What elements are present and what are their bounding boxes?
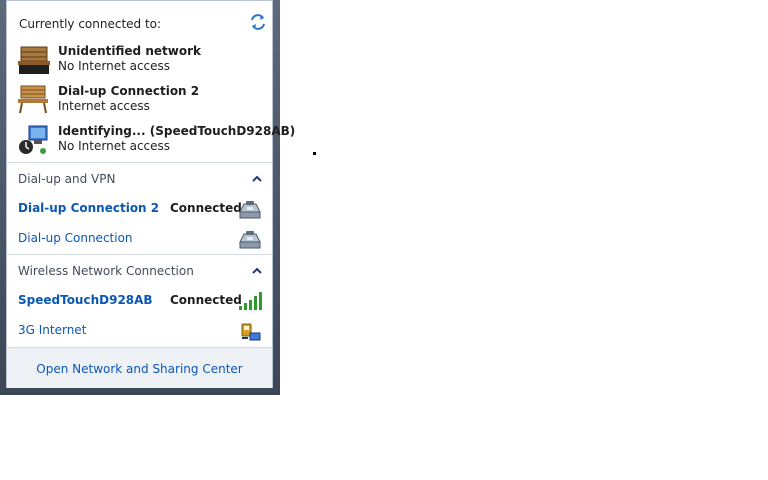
stray-dot bbox=[313, 152, 316, 155]
network-item-dialup-2[interactable]: Dial-up Connection 2 Connected bbox=[18, 198, 263, 222]
flyout-footer: Open Network and Sharing Center bbox=[7, 347, 272, 388]
network-item-speedtouch[interactable]: SpeedTouchD928AB Connected bbox=[18, 290, 263, 314]
connection-name: Dial-up Connection 2 bbox=[58, 84, 200, 98]
network-flyout: Currently connected to: Unidentified net… bbox=[0, 0, 295, 395]
chevron-up-icon[interactable] bbox=[252, 267, 262, 275]
wifi-signal-bars-icon bbox=[239, 292, 262, 310]
network-name: SpeedTouchD928AB bbox=[18, 293, 153, 307]
network-status: Connected bbox=[170, 201, 242, 215]
mobile-broadband-icon bbox=[241, 323, 261, 341]
network-name: 3G Internet bbox=[18, 323, 87, 337]
chevron-up-icon[interactable] bbox=[252, 175, 262, 183]
currently-connected-header: Currently connected to: bbox=[19, 17, 162, 31]
current-connection-unidentified[interactable]: Unidentified network No Internet access bbox=[17, 43, 267, 79]
flyout-panel: Currently connected to: Unidentified net… bbox=[6, 0, 295, 388]
wireless-header[interactable]: Wireless Network Connection bbox=[18, 264, 194, 278]
network-item-dialup[interactable]: Dial-up Connection bbox=[18, 228, 263, 252]
dialup-vpn-header[interactable]: Dial-up and VPN bbox=[18, 172, 115, 186]
network-status: Connected bbox=[170, 293, 242, 307]
open-network-sharing-center-link[interactable]: Open Network and Sharing Center bbox=[7, 362, 272, 376]
identifying-network-icon bbox=[19, 125, 48, 154]
refresh-icon[interactable] bbox=[249, 13, 267, 31]
network-name: Dial-up Connection bbox=[18, 231, 133, 245]
connection-status: No Internet access bbox=[58, 139, 171, 153]
section-divider bbox=[7, 162, 272, 163]
network-name: Dial-up Connection 2 bbox=[18, 201, 160, 215]
dialup-modem-icon bbox=[239, 201, 261, 219]
connection-status: No Internet access bbox=[58, 59, 171, 73]
connection-name: Identifying... (SpeedTouchD928AB) bbox=[58, 124, 296, 138]
current-connection-identifying[interactable]: Identifying... (SpeedTouchD928AB) No Int… bbox=[17, 123, 295, 159]
connection-status: Internet access bbox=[58, 99, 150, 113]
current-connection-dialup-2[interactable]: Dial-up Connection 2 Internet access bbox=[17, 83, 267, 119]
section-divider bbox=[7, 254, 272, 255]
connection-name: Unidentified network bbox=[58, 44, 201, 58]
network-item-3g[interactable]: 3G Internet bbox=[18, 320, 263, 344]
bench-public-network-icon bbox=[18, 46, 50, 74]
bench-network-icon bbox=[18, 85, 48, 114]
dialup-modem-icon bbox=[239, 231, 261, 249]
